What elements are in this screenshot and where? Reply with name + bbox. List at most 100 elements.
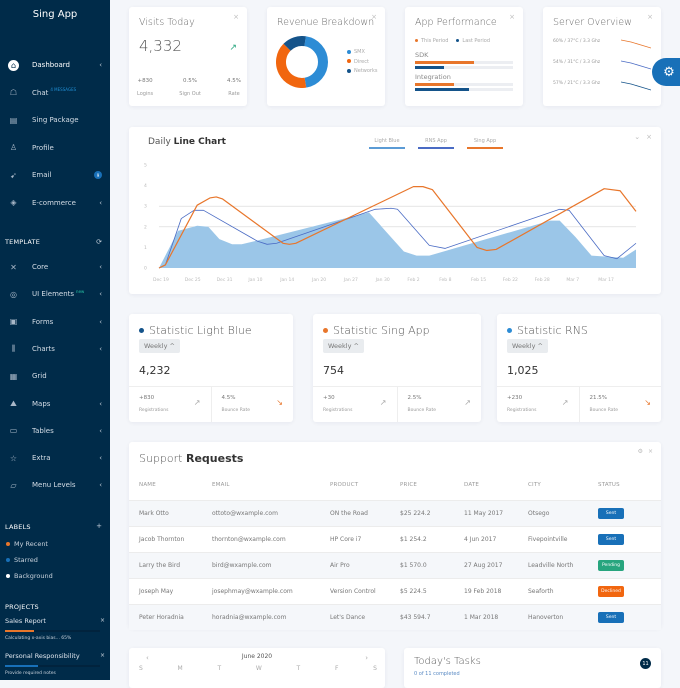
sidebar-item-email[interactable]: ➹ Email 9 xyxy=(0,165,110,185)
close-icon[interactable]: × xyxy=(371,13,377,21)
cell-name: Peter Horadnia xyxy=(129,603,202,630)
cell-name: Jacob Thornton xyxy=(129,525,202,552)
label-item[interactable]: My Recent xyxy=(6,540,48,548)
x-tick-label: Mar 17 xyxy=(598,277,614,283)
table-row[interactable]: Peter Horadnia horadnia@wxample.com Let's … xyxy=(129,603,661,630)
donut-slice-direct[interactable] xyxy=(276,43,307,88)
weekday-label: S xyxy=(139,665,143,672)
column-header[interactable]: DATE xyxy=(454,471,518,500)
chevron-left-icon[interactable]: ‹ xyxy=(99,199,102,207)
sidebar-item-forms[interactable]: ▣ Forms ‹ xyxy=(0,312,110,332)
stat-value: 0.5% xyxy=(183,78,198,84)
column-header[interactable]: EMAIL xyxy=(202,471,320,500)
sidebar-item-label: Chat xyxy=(32,88,49,97)
sidebar-item-label: Grid xyxy=(32,372,47,381)
project-item[interactable]: Personal Responsibility × Provide required… xyxy=(5,652,105,676)
cell-value: +30 xyxy=(323,395,335,401)
legend-dot xyxy=(347,59,351,63)
chevron-left-icon[interactable]: ‹ xyxy=(99,61,102,69)
this-period-bar xyxy=(415,61,513,64)
sidebar-item-charts[interactable]: ⫼ Charts ‹ xyxy=(0,339,110,359)
table-row[interactable]: Mark Otto ottoto@wxample.com ON the Road $2… xyxy=(129,499,661,526)
cell-product: ON the Road xyxy=(320,499,390,526)
todays-tasks-card: Today's Tasks 0 of 11 completed 11 xyxy=(404,648,661,688)
sidebar-item-e-commerce[interactable]: ◈ E-commerce ‹ xyxy=(0,193,110,213)
donut-slice-networks[interactable] xyxy=(283,36,306,52)
chevron-left-icon[interactable]: ‹ xyxy=(99,400,102,408)
table-row[interactable]: Joseph May josephmay@wxample.com Version C… xyxy=(129,577,661,604)
sidebar-item-extra[interactable]: ☆ Extra ‹ xyxy=(0,448,110,468)
cell-status: Sent xyxy=(588,525,661,552)
column-header[interactable]: PRICE xyxy=(390,471,454,500)
add-label-button[interactable]: + xyxy=(96,522,102,530)
settings-gears-button[interactable]: ⚙ xyxy=(652,58,680,86)
metric-label: Integration xyxy=(415,73,451,81)
period-dropdown[interactable]: Weekly ^ xyxy=(323,339,364,353)
sidebar-item-sing-package[interactable]: ▤ Sing Package xyxy=(0,110,110,130)
legend-dot xyxy=(347,68,351,73)
table-row[interactable]: Larry the Bird bird@wxample.com Air Pro $1 … xyxy=(129,551,661,578)
close-icon[interactable]: × xyxy=(100,617,105,624)
app-logo[interactable]: Sing App xyxy=(0,9,110,20)
folder-icon: ▱ xyxy=(10,480,17,490)
column-header[interactable]: CITY xyxy=(518,471,588,500)
last-period-bar xyxy=(415,88,513,91)
sidebar-item-tag: new xyxy=(76,288,85,294)
sidebar-item-label: Charts xyxy=(32,344,55,353)
close-icon[interactable]: × xyxy=(100,652,105,659)
column-header[interactable]: STATUS xyxy=(588,471,661,500)
arrow-down-right-icon: ↘ xyxy=(276,398,283,407)
chevron-left-icon[interactable]: ‹ xyxy=(99,345,102,353)
close-icon[interactable]: × xyxy=(233,13,239,21)
arrow-down-right-icon: ↘ xyxy=(644,398,651,407)
series-dot xyxy=(323,328,328,333)
statistic-cell: +830 Registrations ↗ xyxy=(129,387,211,422)
statistic-value: 754 xyxy=(323,364,344,377)
sidebar-item-profile[interactable]: ♙ Profile xyxy=(0,138,110,158)
chevron-left-icon[interactable]: ‹ xyxy=(99,263,102,271)
sidebar: Sing App ⌂ Dashboard ‹ ☖ Chat 4 MESSAGES ▤ Sing… xyxy=(0,0,110,680)
chevron-left-icon[interactable]: ‹ xyxy=(99,318,102,326)
sidebar-item-tables[interactable]: ▭ Tables ‹ xyxy=(0,421,110,441)
project-item[interactable]: Sales Report × Calculating x-axis bias... … xyxy=(5,617,105,641)
chevron-left-icon[interactable]: ‹ xyxy=(99,454,102,462)
sidebar-item-ui-elements[interactable]: ◎ UI Elements new ‹ xyxy=(0,284,110,304)
cell-name: Mark Otto xyxy=(129,499,202,526)
cell-status: Pending xyxy=(588,551,661,578)
sidebar-item-label: Extra xyxy=(32,454,51,463)
tools-icon: ✕ xyxy=(10,262,17,272)
weekday-label: M xyxy=(177,665,183,672)
cell-price: $1 254.2 xyxy=(390,525,454,552)
card-title: Visits Today xyxy=(139,17,195,28)
close-icon[interactable]: × xyxy=(648,448,653,455)
settings-icon[interactable]: ⚙ xyxy=(638,448,643,455)
label-item[interactable]: Starred xyxy=(6,556,38,564)
label-item[interactable]: Background xyxy=(6,572,53,580)
statistic-card: Statistic RNS Weekly ^ 1,025 +230 Registrati… xyxy=(497,314,661,422)
period-dropdown[interactable]: Weekly ^ xyxy=(139,339,180,353)
close-icon[interactable]: × xyxy=(509,13,515,21)
sidebar-item-maps[interactable]: ⛰ Maps ‹ xyxy=(0,394,110,414)
chevron-left-icon[interactable]: ‹ xyxy=(99,481,102,489)
chevron-up-icon: ^ xyxy=(167,342,175,350)
chevron-up-icon: ^ xyxy=(351,342,359,350)
chart-icon: ⫼ xyxy=(11,343,16,353)
table-row[interactable]: Jacob Thornton thornton@wxample.com HP Cor… xyxy=(129,525,661,552)
period-dropdown[interactable]: Weekly ^ xyxy=(507,339,548,353)
sidebar-item-dashboard[interactable]: ⌂ Dashboard ‹ xyxy=(0,55,110,75)
column-header[interactable]: PRODUCT xyxy=(320,471,390,500)
sidebar-item-menu-levels[interactable]: ▱ Menu Levels ‹ xyxy=(0,475,110,495)
sidebar-item-label: Tables xyxy=(32,426,54,435)
donut-slice-smx[interactable] xyxy=(304,36,328,88)
refresh-icon[interactable]: ⟳ xyxy=(96,238,102,246)
sidebar-item-grid[interactable]: ▦ Grid xyxy=(0,366,110,386)
calendar-next-button[interactable]: › xyxy=(365,654,368,662)
close-icon[interactable]: × xyxy=(647,13,653,21)
chevron-left-icon[interactable]: ‹ xyxy=(99,290,102,298)
sidebar-item-chat[interactable]: ☖ Chat 4 MESSAGES xyxy=(0,83,110,103)
cell-date: 1 Mar 2018 xyxy=(454,603,518,630)
chevron-left-icon[interactable]: ‹ xyxy=(99,427,102,435)
sidebar-item-core[interactable]: ✕ Core ‹ xyxy=(0,257,110,277)
support-requests-card: Support Requests ⚙ × NAME EMAIL PRODUCT PRI… xyxy=(129,442,661,630)
column-header[interactable]: NAME xyxy=(129,471,202,500)
